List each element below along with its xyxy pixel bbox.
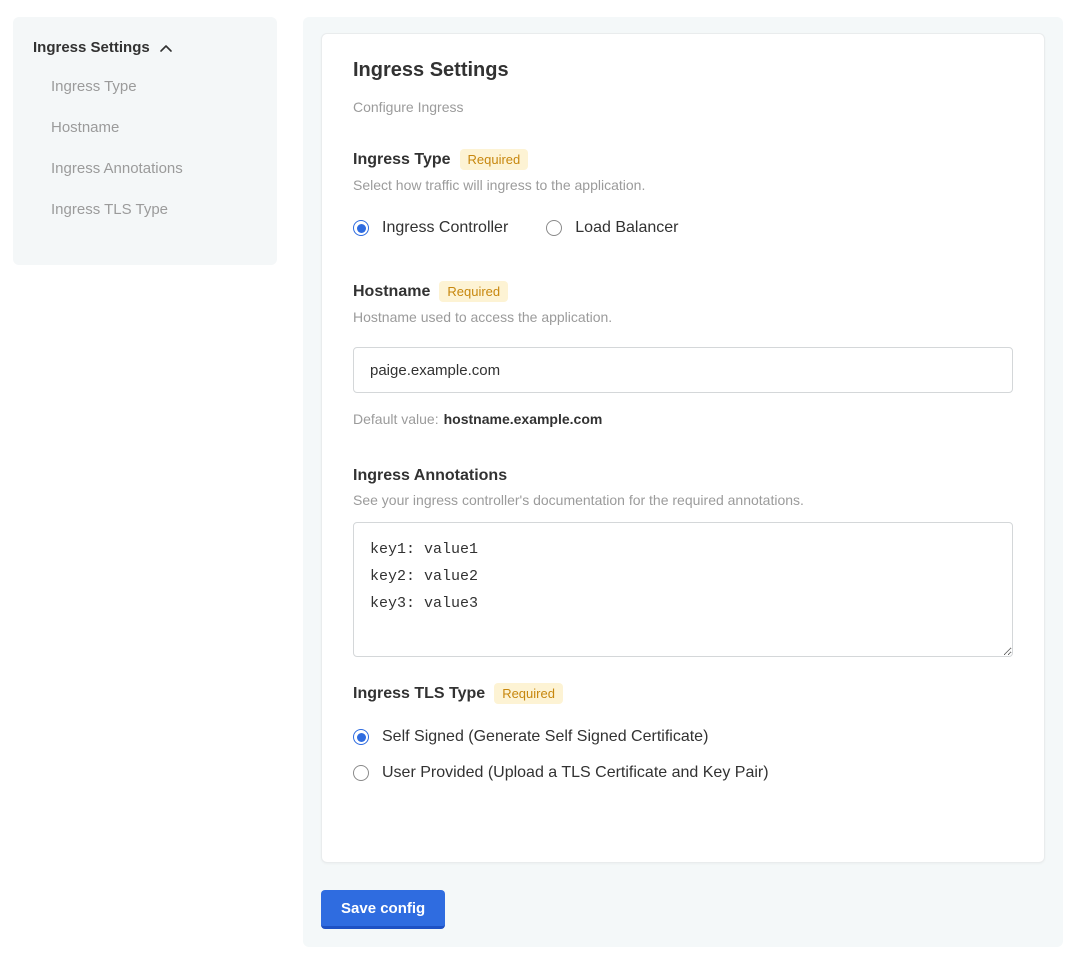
field-ingress-type: Ingress Type Required Select how traffic… bbox=[353, 149, 1013, 237]
default-value-prefix: Default value: bbox=[353, 411, 439, 427]
ingress-annotations-help: See your ingress controller's documentat… bbox=[353, 492, 1013, 508]
required-badge: Required bbox=[494, 683, 563, 704]
hostname-input[interactable] bbox=[353, 347, 1013, 393]
page-subtitle: Configure Ingress bbox=[353, 99, 1013, 115]
ingress-tls-type-label: Ingress TLS Type bbox=[353, 685, 485, 703]
required-badge: Required bbox=[439, 281, 508, 302]
page-title: Ingress Settings bbox=[353, 59, 1013, 82]
ingress-annotations-textarea[interactable]: key1: value1 key2: value2 key3: value3 bbox=[353, 522, 1013, 657]
required-badge: Required bbox=[460, 149, 529, 170]
chevron-up-icon bbox=[159, 43, 173, 53]
field-header: Ingress Type Required bbox=[353, 149, 1013, 170]
radio-button-icon bbox=[353, 765, 369, 781]
radio-button-icon bbox=[353, 220, 369, 236]
ingress-type-radio-group: Ingress Controller Load Balancer bbox=[353, 219, 1013, 237]
ingress-tls-radio-group: Self Signed (Generate Self Signed Certif… bbox=[353, 728, 1013, 782]
save-config-button[interactable]: Save config bbox=[321, 890, 445, 929]
radio-label: Self Signed (Generate Self Signed Certif… bbox=[382, 728, 708, 746]
sidebar-item-hostname[interactable]: Hostname bbox=[33, 107, 257, 148]
radio-button-icon bbox=[353, 729, 369, 745]
radio-load-balancer[interactable]: Load Balancer bbox=[546, 219, 678, 237]
default-value-text: hostname.example.com bbox=[444, 411, 603, 427]
field-header: Ingress Annotations bbox=[353, 467, 1013, 485]
field-header: Hostname Required bbox=[353, 281, 1013, 302]
field-ingress-annotations: Ingress Annotations See your ingress con… bbox=[353, 467, 1013, 662]
config-card: Ingress Settings Configure Ingress Ingre… bbox=[321, 33, 1045, 863]
sidebar-item-list: Ingress Type Hostname Ingress Annotation… bbox=[33, 66, 257, 230]
sidebar-group-ingress-settings[interactable]: Ingress Settings bbox=[33, 39, 257, 56]
hostname-help: Hostname used to access the application. bbox=[353, 309, 1013, 325]
hostname-default-line: Default value: hostname.example.com bbox=[353, 411, 1013, 427]
field-header: Ingress TLS Type Required bbox=[353, 683, 1013, 704]
radio-ingress-controller[interactable]: Ingress Controller bbox=[353, 219, 508, 237]
config-nav-sidebar: Ingress Settings Ingress Type Hostname I… bbox=[13, 17, 277, 265]
sidebar-item-ingress-type[interactable]: Ingress Type bbox=[33, 66, 257, 107]
ingress-type-help: Select how traffic will ingress to the a… bbox=[353, 177, 1013, 193]
field-ingress-tls-type: Ingress TLS Type Required Self Signed (G… bbox=[353, 683, 1013, 782]
hostname-label: Hostname bbox=[353, 283, 430, 301]
sidebar-item-ingress-tls-type[interactable]: Ingress TLS Type bbox=[33, 189, 257, 230]
panel-footer: Save config bbox=[321, 890, 1045, 929]
radio-button-icon bbox=[546, 220, 562, 236]
sidebar-item-ingress-annotations[interactable]: Ingress Annotations bbox=[33, 148, 257, 189]
ingress-annotations-label: Ingress Annotations bbox=[353, 467, 507, 485]
radio-self-signed[interactable]: Self Signed (Generate Self Signed Certif… bbox=[353, 728, 1013, 746]
radio-label: Ingress Controller bbox=[382, 219, 508, 237]
ingress-type-label: Ingress Type bbox=[353, 151, 451, 169]
radio-label: Load Balancer bbox=[575, 219, 678, 237]
radio-label: User Provided (Upload a TLS Certificate … bbox=[382, 764, 769, 782]
radio-user-provided[interactable]: User Provided (Upload a TLS Certificate … bbox=[353, 764, 1013, 782]
sidebar-group-label: Ingress Settings bbox=[33, 39, 150, 56]
config-panel: Ingress Settings Configure Ingress Ingre… bbox=[303, 17, 1063, 947]
field-hostname: Hostname Required Hostname used to acces… bbox=[353, 281, 1013, 427]
